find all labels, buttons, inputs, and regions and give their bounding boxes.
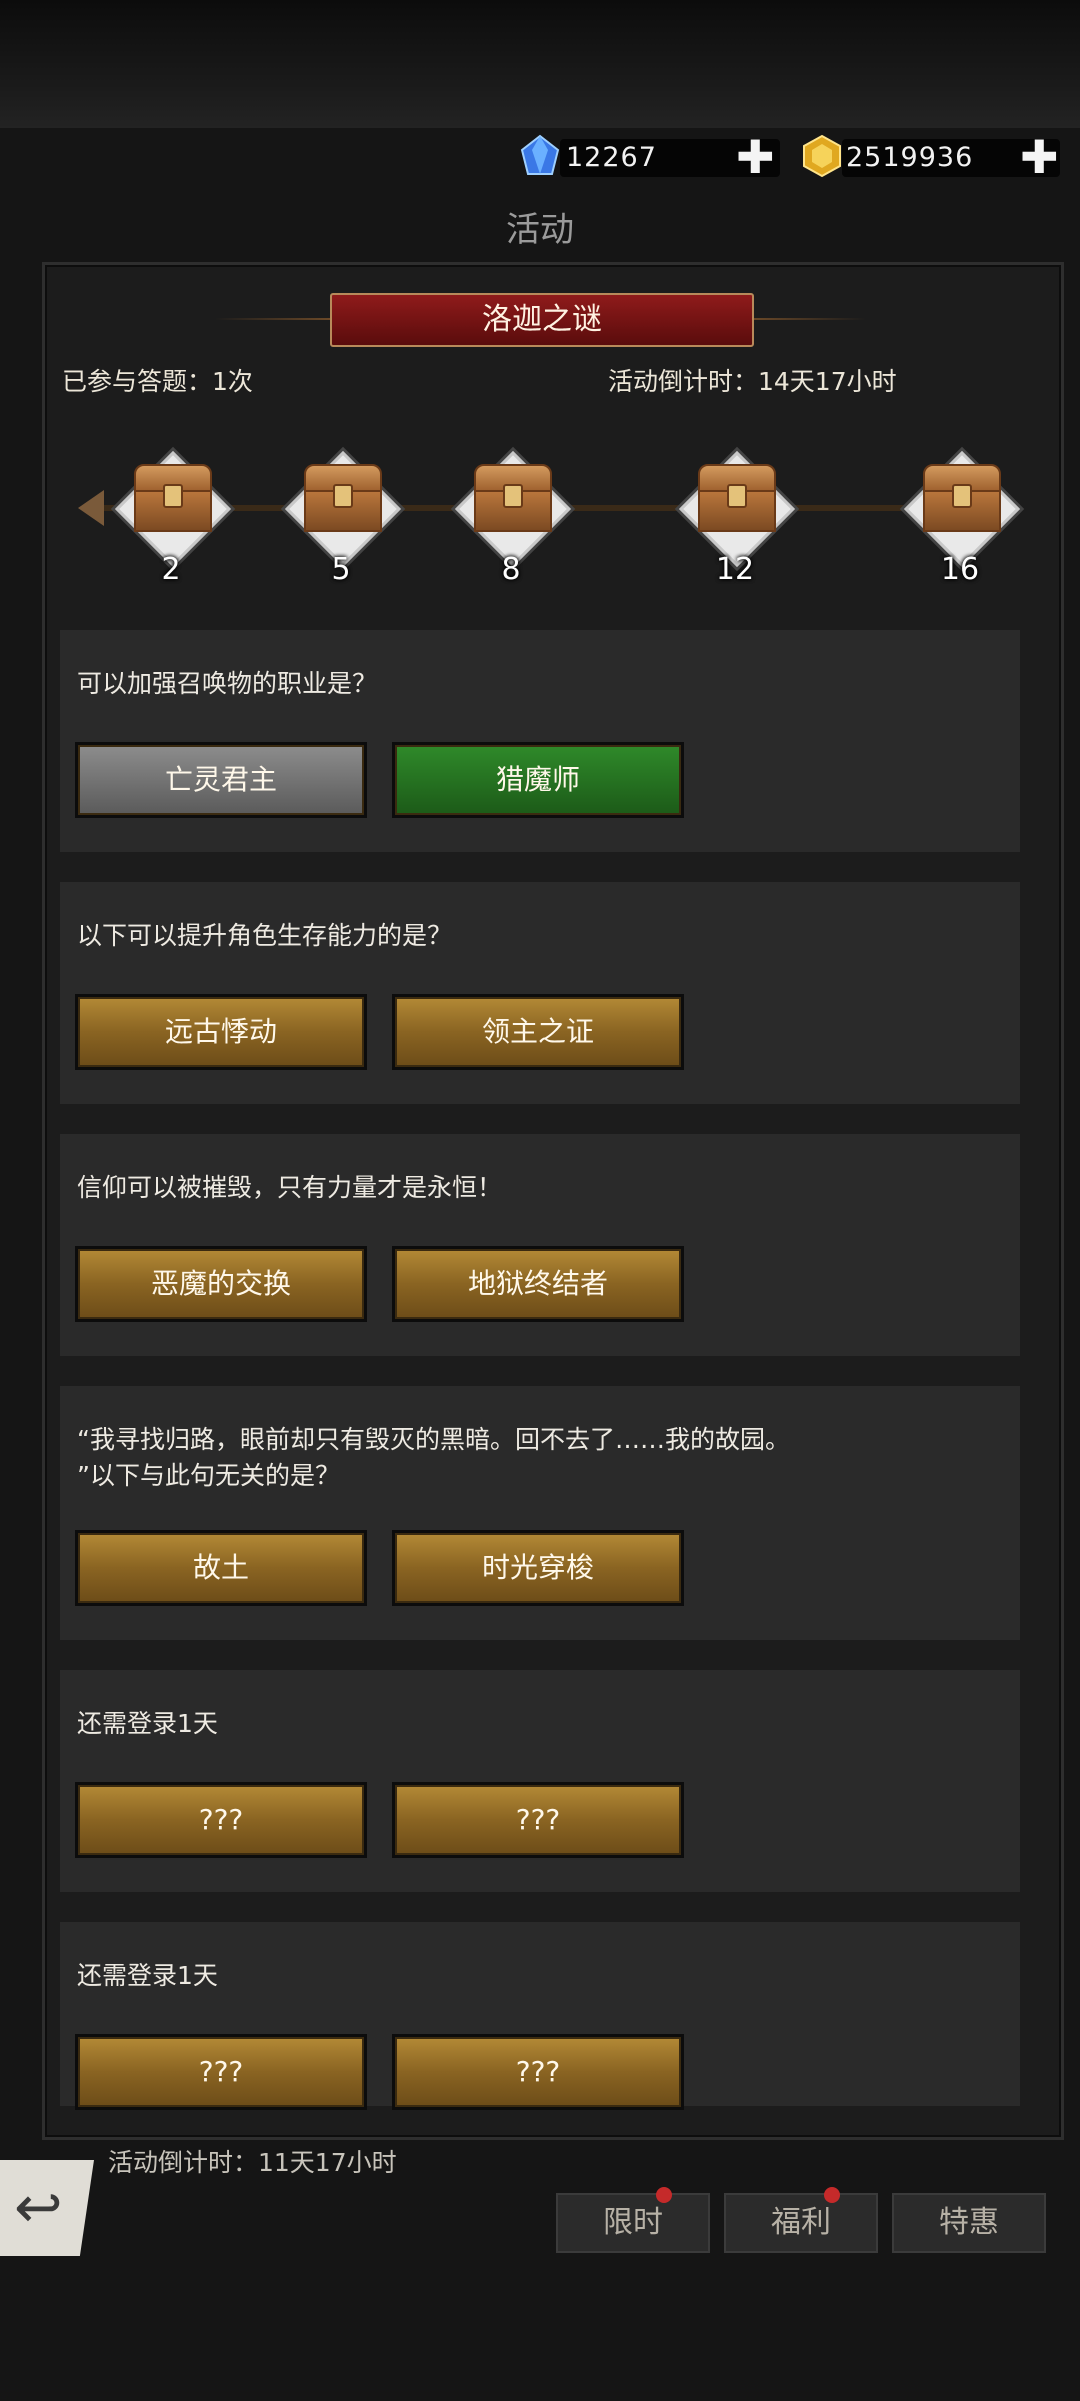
locked-answer-option[interactable]: ??? xyxy=(392,1782,684,1858)
locked-answer-option[interactable]: ??? xyxy=(392,2034,684,2110)
back-button[interactable]: ↩ xyxy=(0,2160,94,2256)
unlock-requirement: 还需登录1天 xyxy=(77,1709,218,1738)
event-countdown: 活动倒计时：14天17小时 xyxy=(608,367,897,396)
question-text: 信仰可以被摧毁，只有力量才是永恒！ xyxy=(77,1173,503,1202)
answer-option[interactable]: 远古悸动 xyxy=(75,994,367,1070)
participation-count: 已参与答题：1次 xyxy=(62,367,253,396)
chest-threshold: 12 xyxy=(715,552,755,587)
event-title-banner: 洛迦之谜 xyxy=(330,293,754,347)
locked-question-card-1: 还需登录1天 ??? ??? xyxy=(60,1670,1020,1892)
notification-dot-icon xyxy=(656,2187,672,2203)
question-card-1: 可以加强召唤物的职业是？ 亡灵君主 猎魔师 xyxy=(60,630,1020,852)
question-text-line-2: ”以下与此句无关的是？ xyxy=(77,1461,340,1490)
notification-dot-icon xyxy=(824,2187,840,2203)
banner-divider-left xyxy=(215,318,333,320)
answer-option[interactable]: 故土 xyxy=(75,1530,367,1606)
diamond-value: 12267 xyxy=(566,142,657,173)
reward-chest-5[interactable] xyxy=(904,451,1020,567)
gold-value: 2519936 xyxy=(846,142,974,173)
tab-special-offer[interactable]: 特惠 xyxy=(892,2193,1046,2253)
answer-option[interactable]: 恶魔的交换 xyxy=(75,1246,367,1322)
question-text-line-1: “我寻找归路，眼前却只有毁灭的黑暗。回不去了……我的故园。 xyxy=(77,1425,790,1454)
add-diamond-button[interactable]: ✚ xyxy=(736,134,775,180)
locked-answer-option[interactable]: ??? xyxy=(75,2034,367,2110)
chest-threshold: 5 xyxy=(331,552,351,587)
answer-option-wrong[interactable]: 亡灵君主 xyxy=(75,742,367,818)
chest-threshold: 8 xyxy=(501,552,521,587)
question-card-4: “我寻找归路，眼前却只有毁灭的黑暗。回不去了……我的故园。 ”以下与此句无关的是… xyxy=(60,1386,1020,1640)
track-start-arrow-icon xyxy=(78,490,104,526)
reward-chest-2[interactable] xyxy=(285,451,401,567)
tab-limited[interactable]: 限时 xyxy=(556,2187,710,2253)
tab-label: 限时 xyxy=(603,2205,663,2240)
banner-divider-right xyxy=(748,318,866,320)
back-arrow-icon: ↩ xyxy=(14,2173,63,2241)
background-countdown: 活动倒计时：11天17小时 xyxy=(108,2148,397,2177)
question-card-2: 以下可以提升角色生存能力的是？ 远古悸动 领主之证 xyxy=(60,882,1020,1104)
tab-label: 福利 xyxy=(771,2205,831,2240)
question-text: 以下可以提升角色生存能力的是？ xyxy=(77,921,453,950)
treasure-chest-icon xyxy=(304,464,382,532)
blue-gem-icon xyxy=(520,134,560,175)
answer-option[interactable]: 地狱终结者 xyxy=(392,1246,684,1322)
answer-option-correct[interactable]: 猎魔师 xyxy=(392,742,684,818)
treasure-chest-icon xyxy=(134,464,212,532)
treasure-chest-icon xyxy=(923,464,1001,532)
reward-chest-4[interactable] xyxy=(679,451,795,567)
gold-gem-icon xyxy=(803,134,841,178)
locked-answer-option[interactable]: ??? xyxy=(75,1782,367,1858)
chest-threshold: 2 xyxy=(161,552,181,587)
question-card-3: 信仰可以被摧毁，只有力量才是永恒！ 恶魔的交换 地狱终结者 xyxy=(60,1134,1020,1356)
answer-option[interactable]: 时光穿梭 xyxy=(392,1530,684,1606)
chest-threshold: 16 xyxy=(940,552,980,587)
reward-chest-3[interactable] xyxy=(455,451,571,567)
status-bar-area xyxy=(0,0,1080,128)
answer-option[interactable]: 领主之证 xyxy=(392,994,684,1070)
tab-welfare[interactable]: 福利 xyxy=(724,2187,878,2253)
add-gold-button[interactable]: ✚ xyxy=(1020,134,1059,180)
question-text: 可以加强召唤物的职业是？ xyxy=(77,669,378,698)
treasure-chest-icon xyxy=(698,464,776,532)
treasure-chest-icon xyxy=(474,464,552,532)
reward-chest-1[interactable] xyxy=(115,451,231,567)
tab-label: 特惠 xyxy=(939,2205,999,2240)
locked-question-card-2: 还需登录1天 ??? ??? xyxy=(60,1922,1020,2110)
unlock-requirement: 还需登录1天 xyxy=(77,1961,218,1990)
page-title: 活动 xyxy=(506,210,574,250)
